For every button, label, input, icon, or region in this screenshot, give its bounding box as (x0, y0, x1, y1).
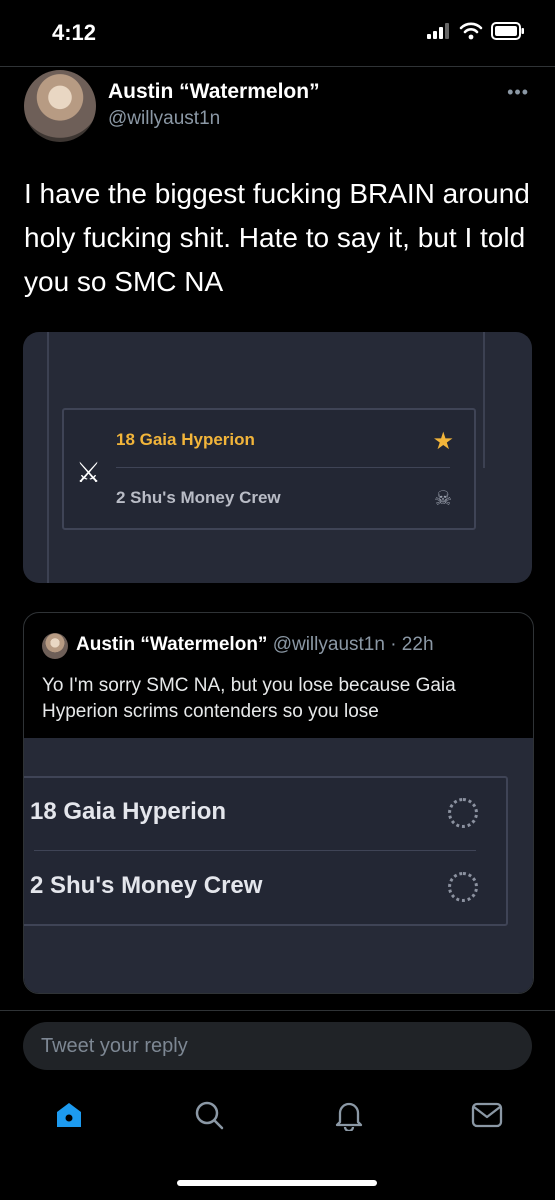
search-icon (195, 1101, 224, 1130)
quote-team-2: 2 Shu's Money Crew (30, 872, 263, 899)
bracket-match: ⚔ 18 Gaia Hyperion ★ 2 Shu's Money Crew … (62, 408, 476, 530)
pending-icon (448, 872, 478, 902)
tweet-text: I have the biggest fucking BRAIN around … (24, 178, 530, 297)
tab-messages[interactable] (470, 1098, 504, 1132)
quote-author-handle: @willyaust1n (272, 634, 385, 655)
team-loser: 2 Shu's Money Crew (116, 488, 281, 507)
quote-header: Austin “Watermelon” @willyaust1n · 22h (76, 634, 434, 656)
home-indicator (177, 1180, 377, 1186)
skull-icon: ☠ (434, 488, 452, 510)
author-handle[interactable]: @willyaust1n (108, 108, 220, 130)
wifi-icon (459, 22, 483, 40)
avatar[interactable] (24, 70, 96, 142)
quote-team-1: 18 Gaia Hyperion (30, 798, 227, 825)
quote-bracket-match: 18 Gaia Hyperion 2 Shu's Money Crew (24, 776, 508, 926)
reply-divider (0, 1010, 555, 1011)
quote-avatar (42, 633, 68, 659)
bracket-line (483, 332, 485, 468)
pending-icon (448, 798, 478, 828)
star-icon: ★ (432, 428, 454, 455)
tab-home[interactable] (52, 1098, 86, 1132)
tab-search[interactable] (192, 1098, 226, 1132)
status-icons (427, 22, 525, 40)
quote-time: · 22h (390, 634, 434, 655)
quote-tweet[interactable]: Austin “Watermelon” @willyaust1n · 22h Y… (23, 612, 534, 994)
bracket-line (47, 332, 49, 583)
quote-match-divider (34, 850, 476, 851)
crossed-swords-icon: ⚔ (76, 457, 102, 488)
bell-icon (335, 1102, 363, 1131)
top-divider (0, 66, 555, 67)
home-icon (57, 1103, 81, 1127)
quote-author-name: Austin “Watermelon” (76, 634, 268, 655)
signal-icon (427, 23, 449, 39)
quote-text: Yo I'm sorry SMC NA, but you lose becaus… (42, 675, 456, 722)
more-options-icon[interactable]: ••• (507, 82, 529, 103)
battery-icon (491, 22, 524, 40)
tweet-media[interactable]: ⚔ 18 Gaia Hyperion ★ 2 Shu's Money Crew … (23, 332, 532, 583)
tab-notifications[interactable] (332, 1098, 366, 1132)
team-winner: 18 Gaia Hyperion (116, 430, 255, 449)
quote-media: 18 Gaia Hyperion 2 Shu's Money Crew (24, 738, 533, 993)
mail-icon (471, 1102, 503, 1128)
author-name[interactable]: Austin “Watermelon” (108, 80, 320, 104)
status-time: 4:12 (52, 20, 97, 45)
reply-input[interactable]: Tweet your reply (23, 1022, 532, 1070)
match-divider (116, 467, 450, 468)
